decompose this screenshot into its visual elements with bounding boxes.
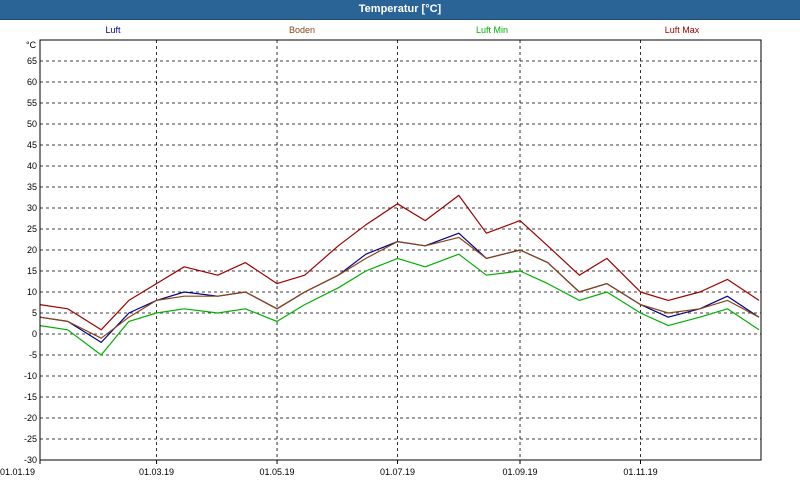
x-tick-label: 01.07.19 <box>380 467 415 477</box>
y-tick-label: -25 <box>24 434 37 444</box>
y-tick-label: 35 <box>27 182 37 192</box>
chart-title: Temperatur [°C] <box>358 3 442 15</box>
x-tick-label: 01.05.19 <box>260 467 295 477</box>
y-tick-label: 65 <box>27 56 37 66</box>
y-tick-label: -10 <box>24 371 37 381</box>
chart-background <box>0 20 800 500</box>
y-tick-label: -20 <box>24 413 37 423</box>
y-tick-label: -30 <box>24 455 37 465</box>
y-tick-label: 10 <box>27 287 37 297</box>
y-tick-label: 60 <box>27 77 37 87</box>
y-tick-label: 25 <box>27 224 37 234</box>
y-tick-label: 40 <box>27 161 37 171</box>
y-tick-label: 55 <box>27 98 37 108</box>
legend-entry: Luft Min <box>476 25 508 35</box>
y-tick-label: 45 <box>27 140 37 150</box>
legend-entry: Boden <box>289 25 315 35</box>
y-tick-label: 50 <box>27 119 37 129</box>
y-tick-label: 30 <box>27 203 37 213</box>
y-axis-unit: °C <box>26 40 37 50</box>
legend-entry: Luft Max <box>665 25 700 35</box>
grid <box>40 40 761 460</box>
legend-entry: Luft <box>105 25 121 35</box>
x-tick-label: 01.01.19 <box>0 467 35 477</box>
temperature-chart: Luft Boden Luft Min Luft Max -30 -25 -20 -15 -1… <box>0 20 800 500</box>
x-tick-label: 01.03.19 <box>139 467 174 477</box>
y-tick-label: 15 <box>27 266 37 276</box>
x-tick-label: 01.11.19 <box>623 467 657 477</box>
y-tick-label: 0 <box>32 329 37 339</box>
y-tick-label: -15 <box>24 392 37 402</box>
chart-title-bar: Temperatur [°C] <box>0 0 800 20</box>
x-tick-label: 01.09.19 <box>502 467 537 477</box>
y-tick-label: 20 <box>27 245 37 255</box>
y-tick-label: 5 <box>32 308 37 318</box>
y-tick-label: -5 <box>29 350 37 360</box>
